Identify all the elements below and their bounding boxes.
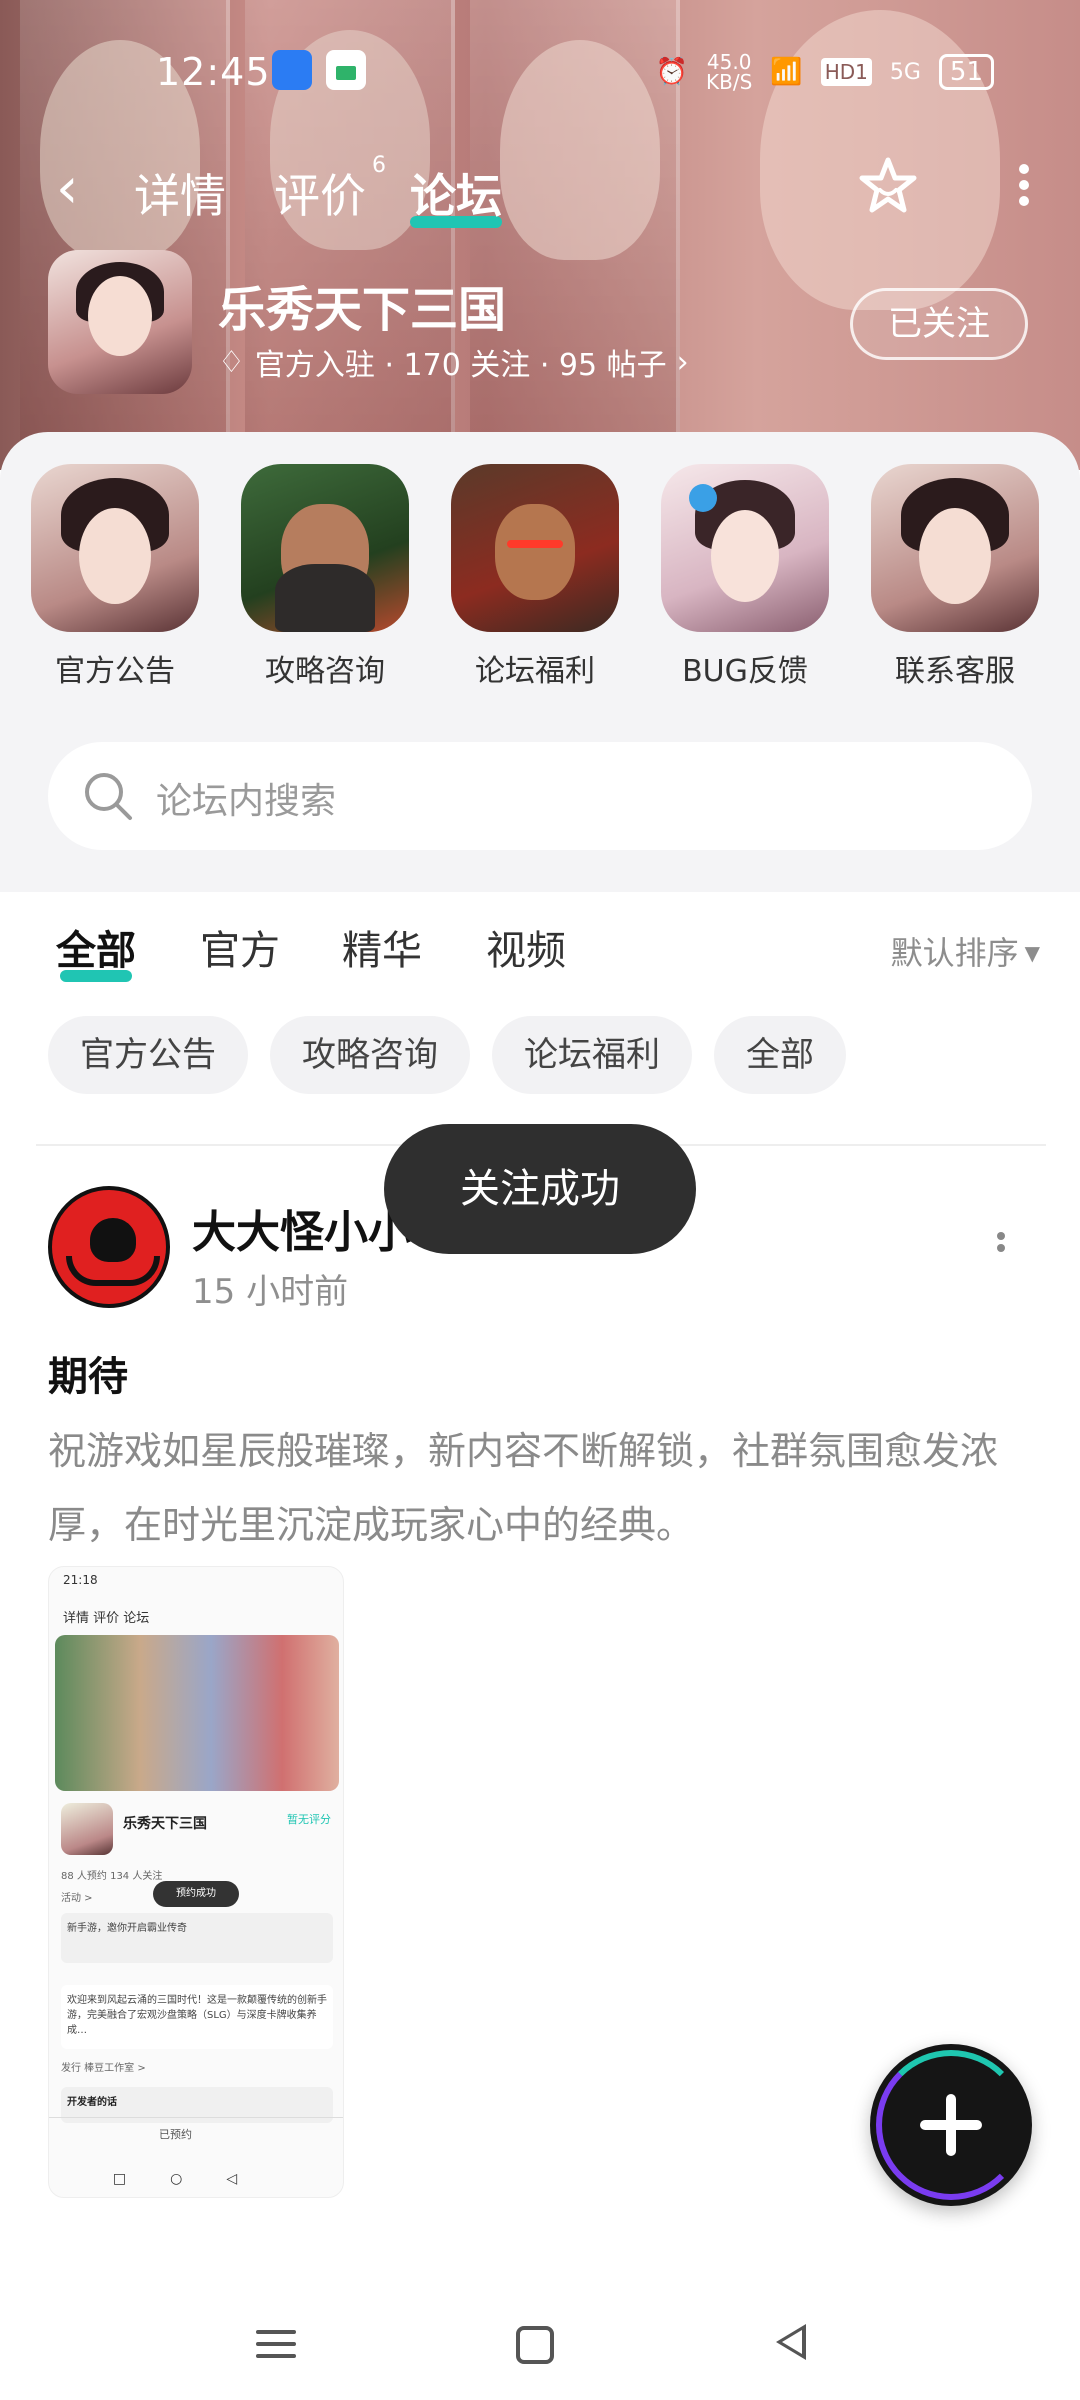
chip-forum-benefits[interactable]: 论坛福利: [492, 1016, 692, 1094]
filter-tab-all[interactable]: 全部: [56, 918, 136, 982]
system-back-icon[interactable]: [776, 2324, 806, 2360]
thumb-nav: 详情 评价 论坛: [63, 1611, 150, 1626]
network-speed: 45.0 KB/S: [706, 50, 753, 94]
fairy-portrait-icon: [661, 464, 829, 632]
wifi-icon: 📶: [770, 57, 803, 87]
more-options-icon[interactable]: [1014, 158, 1034, 218]
shortcut-customer-service[interactable]: 联系客服: [850, 464, 1060, 690]
filter-tab-featured[interactable]: 精华: [342, 918, 422, 976]
thumb-status-time: 21:18: [63, 1573, 98, 1587]
thumb-footer: 已预约: [49, 2117, 343, 2153]
thumb-game-name: 乐秀天下三国: [123, 1816, 207, 1832]
post-body: 祝游戏如星辰般璀璨，新内容不断解锁，社群氛围愈发浓厚，在时光里沉淀成玩家心中的经…: [48, 1429, 999, 1547]
thumb-toast: 预约成功: [153, 1881, 239, 1907]
filter-tab-official[interactable]: 官方: [200, 918, 280, 976]
status-time: 12:45: [156, 50, 271, 94]
author-avatar[interactable]: [48, 1186, 170, 1308]
shortcut-official-announcements[interactable]: 官方公告: [10, 464, 220, 690]
game-icon: [48, 250, 192, 394]
thumb-rating: 暂无评分: [287, 1813, 331, 1826]
thumb-banner-art: [55, 1635, 339, 1791]
shortcut-label: 联系客服: [895, 654, 1015, 689]
chip-official-announcements[interactable]: 官方公告: [48, 1016, 248, 1094]
warrior-portrait-icon: [451, 464, 619, 632]
caret-down-icon: ▼: [1024, 941, 1040, 965]
author-name[interactable]: 大大怪小小: [192, 1196, 412, 1260]
girl-portrait-icon: [871, 464, 1039, 632]
filter-tabs: 全部 官方 精华 视频 默认排序 ▼: [0, 910, 1080, 990]
shortcut-label: BUG反馈: [682, 654, 808, 689]
thumb-system-nav: □○◁: [112, 2171, 282, 2187]
recent-apps-icon[interactable]: [256, 2322, 296, 2366]
sort-dropdown[interactable]: 默认排序 ▼: [891, 928, 1040, 974]
category-chips: 官方公告 攻略咨询 论坛福利 全部: [48, 1016, 846, 1094]
shortcut-label: 攻略咨询: [265, 654, 385, 689]
home-icon[interactable]: [516, 2326, 554, 2364]
hd-icon: HD1: [820, 58, 872, 86]
shortcut-strategy[interactable]: 攻略咨询: [220, 464, 430, 690]
diamond-icon: ♢: [218, 344, 245, 380]
chip-strategy[interactable]: 攻略咨询: [270, 1016, 470, 1094]
alarm-icon: ⏰: [655, 57, 689, 87]
reviews-count-badge: 6: [372, 152, 386, 178]
chip-all[interactable]: 全部: [714, 1016, 846, 1094]
game-meta-link[interactable]: ♢ 官方入驻 · 170 关注 · 95 帖子 ›: [218, 340, 689, 384]
signal-icon: 5G: [889, 59, 921, 85]
app-notification-icon: [272, 50, 312, 90]
app-notification-icon: [326, 50, 366, 90]
thumb-activity-card: 新手游，邀你开启霸业传奇: [61, 1913, 333, 1963]
shortcut-label: 官方公告: [55, 654, 175, 689]
tab-forum[interactable]: 论坛: [410, 160, 502, 228]
game-meta-text: 官方入驻 · 170 关注 · 95 帖子: [254, 348, 667, 383]
chevron-right-icon: ›: [676, 344, 689, 380]
filter-tab-video[interactable]: 视频: [486, 918, 566, 976]
back-arrow-icon[interactable]: ‹: [56, 156, 78, 221]
shortcut-label: 论坛福利: [475, 654, 595, 689]
follow-button[interactable]: 已关注: [850, 288, 1028, 360]
post-image-screenshot[interactable]: 21:18 详情 评价 论坛 乐秀天下三国 暂无评分 88 人预约 134 人关…: [48, 1566, 344, 2198]
post-title: 期待: [48, 1354, 128, 1400]
system-navigation-bar: [0, 2290, 1080, 2400]
thumb-activity: 活动 >: [61, 1893, 93, 1904]
follow-success-toast: 关注成功: [384, 1124, 696, 1254]
search-placeholder: 论坛内搜索: [156, 781, 337, 822]
shortcut-bug-report[interactable]: BUG反馈: [640, 464, 850, 690]
search-icon: [85, 773, 132, 820]
shortcut-forum-benefits[interactable]: 论坛福利: [430, 464, 640, 690]
plus-icon-vertical: [946, 2094, 956, 2156]
tab-reviews[interactable]: 评价6: [274, 153, 386, 226]
post-time: 15 小时前: [192, 1272, 349, 1312]
general-portrait-icon: [241, 464, 409, 632]
girl-portrait-icon: [31, 464, 199, 632]
tab-details[interactable]: 详情: [134, 160, 226, 226]
battery-icon: 51: [938, 54, 994, 90]
game-header: 乐秀天下三国 ♢ 官方入驻 · 170 关注 · 95 帖子 › 已关注: [48, 250, 1038, 400]
thumb-stats: 88 人预约 134 人关注: [61, 1871, 163, 1882]
thumb-intro: 欢迎来到风起云涌的三国时代！这是一款颠覆传统的创新手游，完美融合了宏观沙盘策略（…: [61, 1985, 333, 2049]
favorite-star-icon[interactable]: [856, 154, 920, 218]
thumb-game-icon: [61, 1803, 113, 1855]
new-post-button[interactable]: [870, 2044, 1032, 2206]
post-more-options-icon[interactable]: [994, 1228, 1008, 1268]
forum-shortcuts-panel: 官方公告 攻略咨询 论坛福利 BUG反馈 联系客服 论坛内搜索: [0, 432, 1080, 892]
top-navigation: ‹ 详情 评价6 论坛: [0, 150, 1080, 230]
thumb-publisher: 发行 棒豆工作室 >: [61, 2063, 146, 2074]
forum-search-input[interactable]: 论坛内搜索: [48, 742, 1032, 850]
game-title: 乐秀天下三国: [218, 282, 507, 338]
status-bar: 12:45 ⏰ 45.0 KB/S 📶 HD1 5G 51: [0, 44, 1080, 104]
